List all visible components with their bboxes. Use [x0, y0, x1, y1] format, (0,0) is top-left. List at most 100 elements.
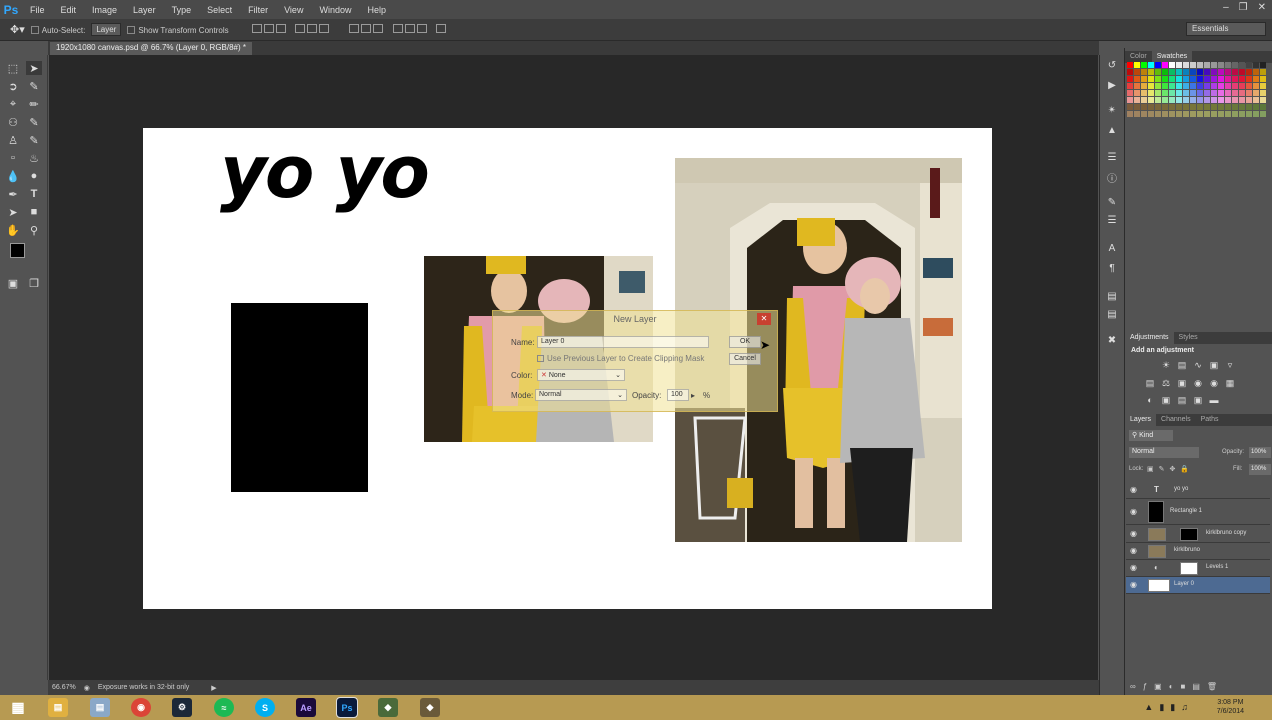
photoshop-taskbar-icon[interactable]: Ps [336, 697, 358, 718]
swatch[interactable] [1260, 62, 1266, 68]
swatch[interactable] [1148, 104, 1154, 110]
swatch[interactable] [1183, 97, 1189, 103]
curves-icon[interactable]: ∿ [1193, 360, 1203, 370]
swatch[interactable] [1190, 111, 1196, 117]
align-hcenter-icon[interactable] [307, 24, 318, 33]
swatch[interactable] [1218, 76, 1224, 82]
cancel-button[interactable]: Cancel [729, 353, 761, 365]
tab-layers[interactable]: Layers [1125, 414, 1157, 426]
swatch[interactable] [1162, 76, 1168, 82]
eye-icon[interactable]: ◉ [1130, 580, 1137, 589]
quick-mask-icon[interactable]: ▣ [5, 276, 21, 290]
swatch[interactable] [1134, 97, 1140, 103]
app-icon-two[interactable]: ◆ [420, 698, 440, 717]
vibrance-icon[interactable]: ▿ [1225, 360, 1235, 370]
layer-name-input[interactable]: Layer 0 [537, 336, 709, 348]
clock[interactable]: 3:08 PM 7/6/2014 [1217, 698, 1244, 716]
fill-input[interactable]: 100% [1249, 464, 1271, 475]
swatch[interactable] [1155, 111, 1161, 117]
swatch[interactable] [1253, 62, 1259, 68]
blur-tool-icon[interactable]: 💧 [5, 169, 21, 183]
swatch[interactable] [1190, 90, 1196, 96]
layer-row[interactable]: ◉ kirklbruno copy [1126, 526, 1270, 543]
swatch[interactable] [1134, 69, 1140, 75]
history-icon[interactable]: ↺ [1105, 60, 1119, 72]
start-button-icon[interactable]: ▦ [8, 698, 28, 717]
auto-select-dropdown[interactable]: Layer [91, 23, 122, 36]
crop-tool-icon[interactable]: ⌖ [5, 97, 21, 111]
swatch[interactable] [1253, 104, 1259, 110]
character-icon[interactable]: A [1105, 243, 1119, 255]
eyedropper-tool-icon[interactable]: ✏ [26, 97, 42, 111]
swatch[interactable] [1155, 76, 1161, 82]
swatch[interactable] [1141, 76, 1147, 82]
app-icon-one[interactable]: ◆ [378, 698, 398, 717]
move-tool-icon[interactable]: ➤ [26, 61, 42, 75]
swatch[interactable] [1169, 97, 1175, 103]
swatch[interactable] [1162, 69, 1168, 75]
swatch[interactable] [1127, 76, 1133, 82]
swatches-grid[interactable] [1127, 62, 1269, 120]
notes-icon[interactable]: ▤ [1105, 309, 1119, 321]
distribute-bottom-icon[interactable] [373, 24, 384, 33]
swatch[interactable] [1239, 62, 1245, 68]
swatch[interactable] [1211, 90, 1217, 96]
swatch[interactable] [1162, 62, 1168, 68]
layers-opacity-input[interactable]: 100% [1249, 447, 1271, 458]
dodge-tool-icon[interactable]: ● [26, 169, 42, 183]
lock-icons[interactable]: ▣✎✥🔒 [1147, 465, 1194, 473]
eye-icon[interactable]: ◉ [1130, 485, 1137, 494]
swatch[interactable] [1246, 62, 1252, 68]
align-top-icon[interactable] [251, 24, 262, 33]
type-tool-icon[interactable]: T [26, 187, 42, 201]
swatch[interactable] [1260, 97, 1266, 103]
swatch[interactable] [1232, 97, 1238, 103]
path-select-tool-icon[interactable]: ➤ [5, 205, 21, 219]
histogram-icon[interactable]: ▲ [1105, 125, 1119, 137]
swatch[interactable] [1197, 69, 1203, 75]
swatch[interactable] [1211, 83, 1217, 89]
notepad-icon[interactable]: ▤ [90, 698, 110, 717]
swatch[interactable] [1204, 97, 1210, 103]
swatch[interactable] [1225, 97, 1231, 103]
gradient-map-icon[interactable]: ▬ [1209, 395, 1219, 405]
opacity-input[interactable]: 100 [667, 389, 689, 401]
tab-channels[interactable]: Channels [1156, 414, 1196, 426]
swatch[interactable] [1204, 83, 1210, 89]
swatch[interactable] [1246, 76, 1252, 82]
invert-icon[interactable]: ◐ [1145, 395, 1155, 405]
swatch[interactable] [1197, 111, 1203, 117]
swatch[interactable] [1127, 90, 1133, 96]
swatch[interactable] [1176, 83, 1182, 89]
swatch[interactable] [1183, 69, 1189, 75]
healing-brush-tool-icon[interactable]: ⚇ [5, 115, 21, 129]
zoom-tool-icon[interactable]: ⚲ [26, 223, 42, 237]
navigator-icon[interactable]: ✴ [1105, 105, 1119, 117]
swatch[interactable] [1232, 76, 1238, 82]
swatch[interactable] [1183, 90, 1189, 96]
hand-tool-icon[interactable]: ✋ [5, 223, 21, 237]
swatch[interactable] [1218, 62, 1224, 68]
minimize-icon[interactable]: – [1223, 2, 1229, 13]
swatch[interactable] [1148, 76, 1154, 82]
layer-comps-icon[interactable]: ▤ [1105, 291, 1119, 303]
menu-filter[interactable]: Filter [240, 5, 276, 15]
swatch[interactable] [1232, 62, 1238, 68]
layer-row[interactable]: ◉ Rectangle 1 [1126, 499, 1270, 525]
swatch[interactable] [1218, 97, 1224, 103]
photo-filter-icon[interactable]: ◉ [1193, 378, 1203, 388]
eye-icon[interactable]: ◉ [1130, 507, 1137, 516]
swatch[interactable] [1155, 62, 1161, 68]
align-left-icon[interactable] [295, 24, 306, 33]
eye-icon[interactable]: ◉ [1130, 529, 1137, 538]
swatch[interactable] [1225, 83, 1231, 89]
swatch[interactable] [1127, 83, 1133, 89]
swatch[interactable] [1197, 62, 1203, 68]
swatch[interactable] [1176, 76, 1182, 82]
swatch[interactable] [1218, 69, 1224, 75]
swatch[interactable] [1246, 83, 1252, 89]
swatch[interactable] [1246, 69, 1252, 75]
swatch[interactable] [1141, 97, 1147, 103]
swatch[interactable] [1190, 97, 1196, 103]
swatch[interactable] [1141, 90, 1147, 96]
